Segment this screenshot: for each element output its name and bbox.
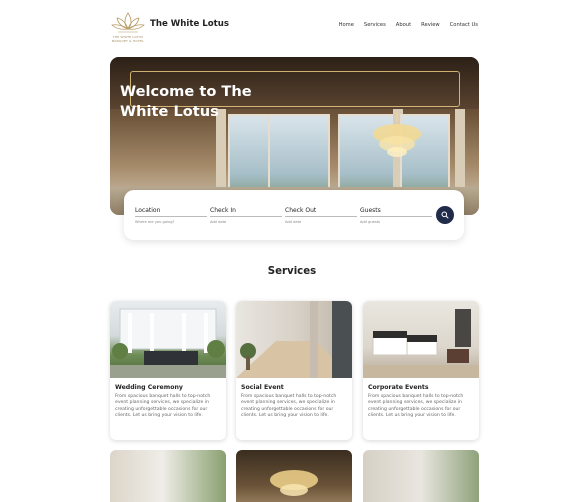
location-field[interactable]: Location Where are you going? bbox=[135, 207, 207, 224]
check-in-placeholder: Add date bbox=[210, 220, 227, 224]
social-description: From spacious banquet halls to top-notch… bbox=[241, 394, 337, 419]
service-card-image[interactable] bbox=[110, 450, 226, 502]
guests-field[interactable]: Guests Add guests bbox=[360, 207, 432, 224]
service-card-social[interactable]: Social Event From spacious banquet halls… bbox=[236, 301, 352, 440]
chandelier-icon bbox=[373, 112, 421, 157]
nav-contact[interactable]: Contact Us bbox=[450, 22, 478, 28]
brand-name[interactable]: The White Lotus bbox=[150, 19, 229, 29]
location-placeholder: Where are you going? bbox=[135, 220, 175, 224]
search-button[interactable] bbox=[436, 206, 454, 224]
lotus-logo-icon bbox=[111, 12, 145, 33]
nav-about[interactable]: About bbox=[396, 22, 411, 28]
booking-search-bar: Location Where are you going? Check In A… bbox=[124, 190, 464, 240]
corporate-image bbox=[363, 301, 479, 378]
service-card-wedding[interactable]: Wedding Ceremony From spacious banquet h… bbox=[110, 301, 226, 440]
social-image bbox=[236, 301, 352, 378]
guests-label: Guests bbox=[360, 207, 432, 217]
nav-home[interactable]: Home bbox=[339, 22, 354, 28]
check-in-label: Check In bbox=[210, 207, 282, 217]
social-title: Social Event bbox=[241, 384, 284, 391]
nav-services[interactable]: Services bbox=[364, 22, 386, 28]
logo-subcaption: BANQUET & HOTEL bbox=[112, 39, 144, 43]
check-out-field[interactable]: Check Out Add date bbox=[285, 207, 357, 224]
nav-review[interactable]: Review bbox=[421, 22, 440, 28]
chandelier-icon bbox=[270, 470, 318, 496]
main-nav: Home Services About Review Contact Us bbox=[339, 22, 478, 28]
hero-title: Welcome to The White Lotus bbox=[120, 83, 252, 120]
location-label: Location bbox=[135, 207, 207, 217]
check-out-label: Check Out bbox=[285, 207, 357, 217]
guests-placeholder: Add guests bbox=[360, 220, 381, 224]
service-card-image[interactable] bbox=[236, 450, 352, 502]
service-card-corporate[interactable]: Corporate Events From spacious banquet h… bbox=[363, 301, 479, 440]
logo[interactable]: THE WHITE LOTUS BANQUET & HOTEL bbox=[110, 9, 146, 46]
corporate-title: Corporate Events bbox=[368, 384, 429, 391]
service-card-image[interactable] bbox=[363, 450, 479, 502]
corporate-description: From spacious banquet halls to top-notch… bbox=[368, 394, 464, 419]
check-in-field[interactable]: Check In Add date bbox=[210, 207, 282, 224]
check-out-placeholder: Add date bbox=[285, 220, 302, 224]
services-heading: Services bbox=[267, 266, 317, 277]
wedding-title: Wedding Ceremony bbox=[115, 384, 183, 391]
wedding-description: From spacious banquet halls to top-notch… bbox=[115, 394, 211, 419]
wedding-image bbox=[110, 301, 226, 378]
search-icon bbox=[441, 211, 449, 219]
